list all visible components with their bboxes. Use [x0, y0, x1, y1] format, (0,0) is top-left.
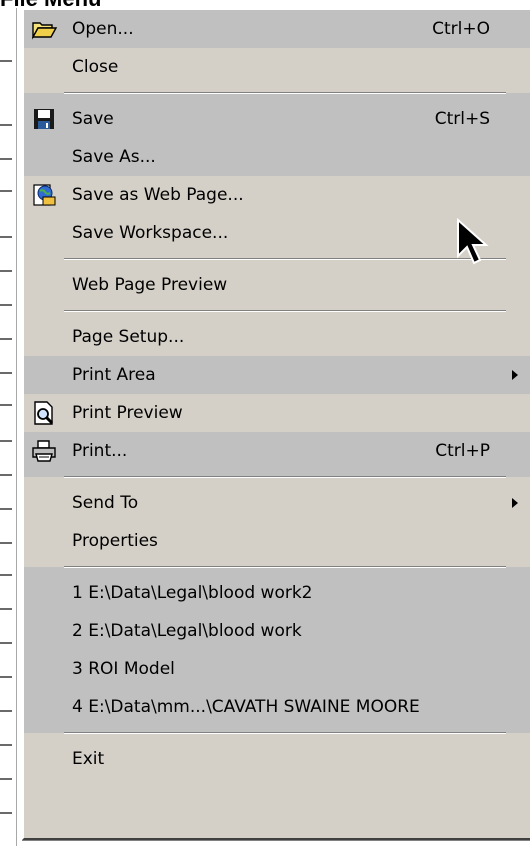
menu-item-label: Properties: [72, 531, 158, 551]
menu-item-label: Save Workspace...: [72, 223, 229, 243]
menu-item-save-as[interactable]: Save As...: [24, 138, 530, 176]
menu-item-label: Print Preview: [72, 403, 183, 423]
menu-item-save-workspace[interactable]: Save Workspace...: [24, 214, 530, 252]
folder-open-icon: [30, 16, 58, 42]
submenu-arrow-icon: [512, 498, 518, 508]
menu-separator: [24, 304, 530, 318]
menu-item-page-setup[interactable]: Page Setup...: [24, 318, 530, 356]
menu-item-save-as-web-page[interactable]: Save as Web Page...: [24, 176, 530, 214]
menu-item-web-page-preview[interactable]: Web Page Preview: [24, 266, 530, 304]
menu-item-properties[interactable]: Properties: [24, 522, 530, 560]
mouse-pointer-icon: [457, 218, 489, 265]
menu-item-label: Close: [72, 57, 119, 77]
submenu-arrow-icon: [512, 370, 518, 380]
file-menu: Open... Ctrl+O Close Save Ctrl+S Save As…: [22, 8, 530, 840]
recent-file-label: 1 E:\Data\Legal\blood work2: [72, 583, 313, 603]
recent-file-label: 3 ROI Model: [72, 659, 175, 679]
menu-item-label: Print...: [72, 441, 128, 461]
print-preview-icon: [30, 400, 58, 426]
menu-separator: [24, 252, 530, 266]
menu-item-recent-file-1[interactable]: 1 E:\Data\Legal\blood work2: [24, 574, 530, 612]
menu-item-print-preview[interactable]: Print Preview: [24, 394, 530, 432]
menu-item-label: Save: [72, 109, 114, 129]
shortcut-label: Ctrl+P: [435, 441, 490, 461]
menu-item-recent-file-4[interactable]: 4 E:\Data\mm...\CAVATH SWAINE MOORE: [24, 688, 530, 726]
printer-icon: [30, 438, 58, 464]
shortcut-label: Ctrl+S: [434, 109, 490, 129]
menu-item-close[interactable]: Close: [24, 48, 530, 86]
menu-item-label: Send To: [72, 493, 139, 513]
menu-separator: [24, 560, 530, 574]
menu-item-label: Open...: [72, 19, 134, 39]
menu-item-recent-file-3[interactable]: 3 ROI Model: [24, 650, 530, 688]
menu-separator: [24, 726, 530, 740]
menu-item-label: Page Setup...: [72, 327, 185, 347]
menu-item-exit[interactable]: Exit: [24, 740, 530, 778]
menu-item-open[interactable]: Open... Ctrl+O: [24, 10, 530, 48]
menu-separator: [24, 86, 530, 100]
menu-item-recent-file-2[interactable]: 2 E:\Data\Legal\blood work: [24, 612, 530, 650]
menu-item-print[interactable]: Print... Ctrl+P: [24, 432, 530, 470]
menu-item-label: Exit: [72, 749, 105, 769]
shortcut-label: Ctrl+O: [432, 19, 490, 39]
web-page-icon: [30, 182, 58, 208]
menu-separator: [24, 470, 530, 484]
menu-item-send-to[interactable]: Send To: [24, 484, 530, 522]
recent-file-label: 4 E:\Data\mm...\CAVATH SWAINE MOORE: [72, 697, 420, 717]
floppy-disk-icon: [30, 106, 58, 132]
menu-item-label: Save as Web Page...: [72, 185, 244, 205]
menu-item-print-area[interactable]: Print Area: [24, 356, 530, 394]
menu-item-label: Print Area: [72, 365, 156, 385]
menu-item-save[interactable]: Save Ctrl+S: [24, 100, 530, 138]
menu-item-label: Web Page Preview: [72, 275, 228, 295]
menu-item-label: Save As...: [72, 147, 156, 167]
recent-file-label: 2 E:\Data\Legal\blood work: [72, 621, 302, 641]
